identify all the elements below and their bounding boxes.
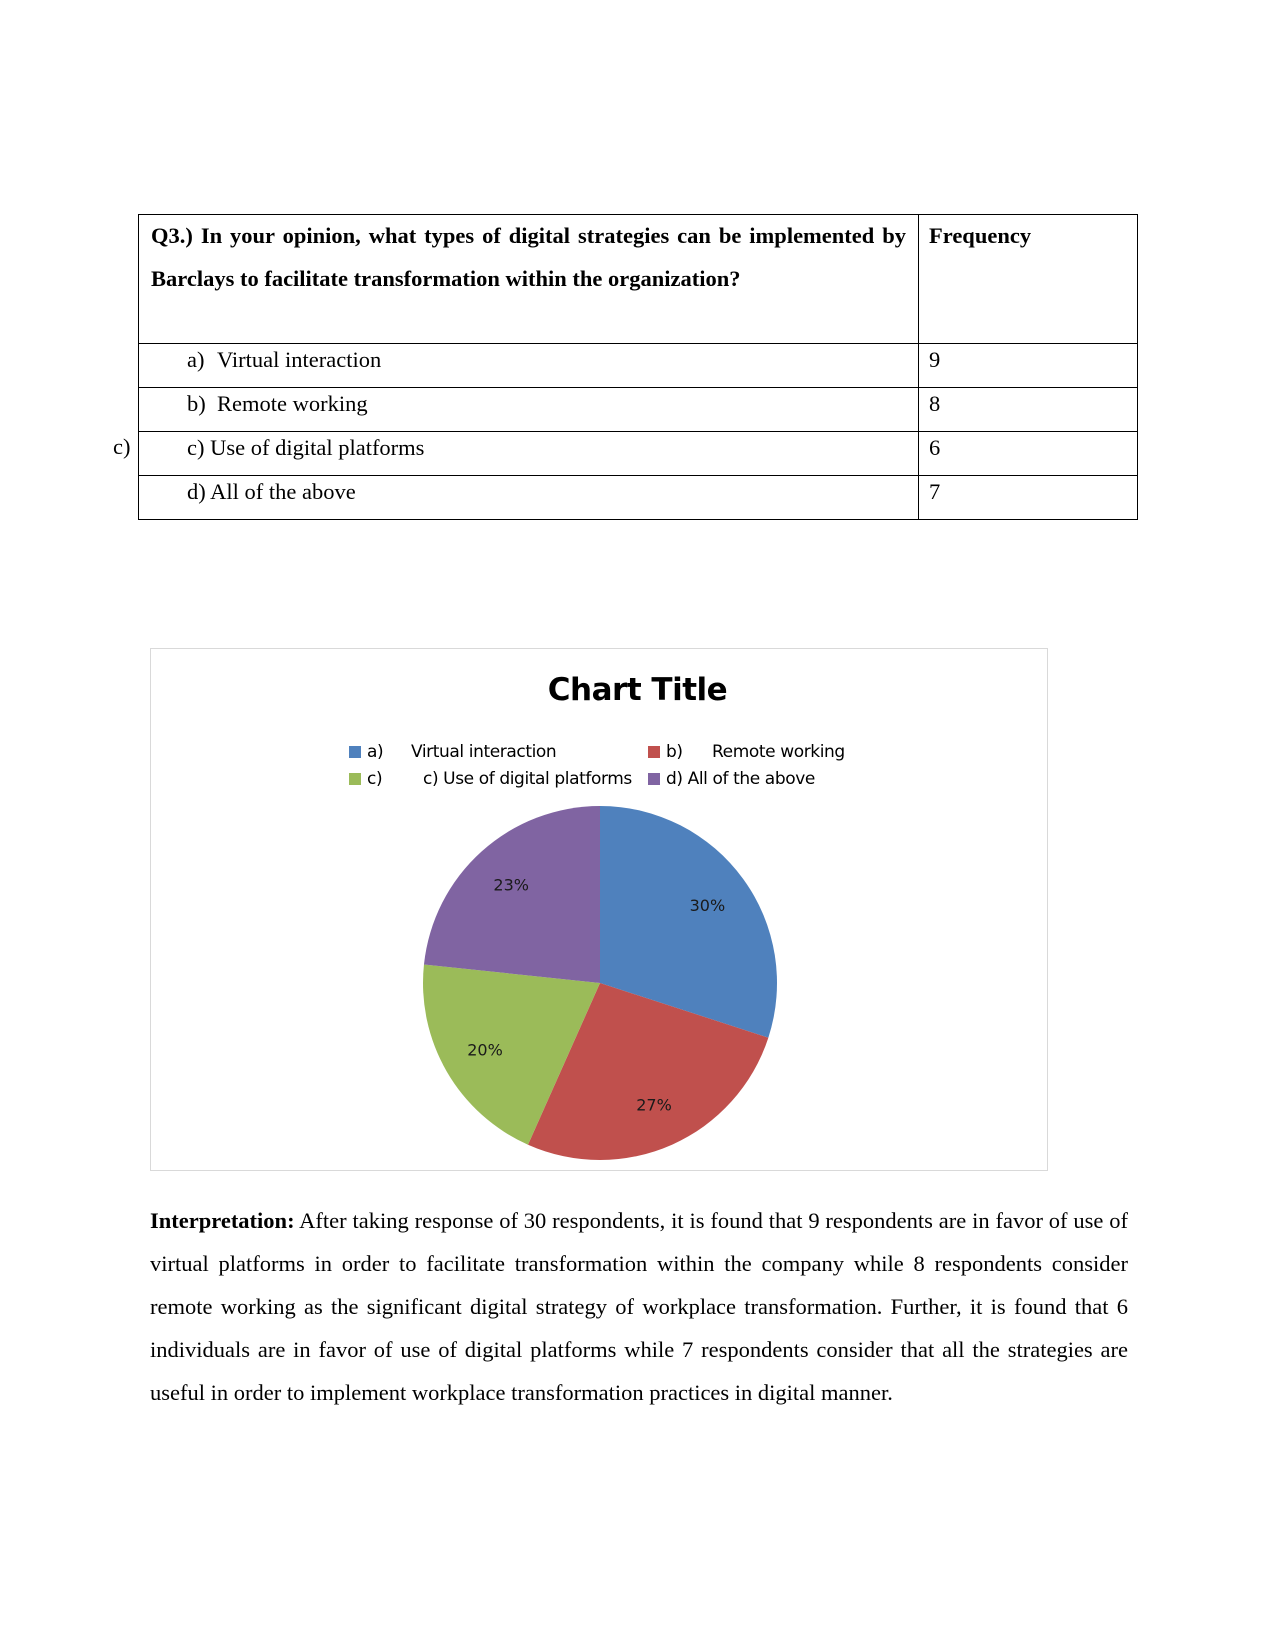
legend-key: c) bbox=[367, 769, 383, 789]
option-cell: c) Use of digital platforms bbox=[138, 431, 919, 476]
legend-swatch bbox=[349, 773, 361, 785]
frequency-value: 9 bbox=[918, 343, 1138, 388]
table-row: b) Remote working 8 bbox=[138, 387, 1138, 432]
frequency-value: 8 bbox=[918, 387, 1138, 432]
table-row: a) Virtual interaction 9 bbox=[138, 343, 1138, 388]
survey-table: Q3.) In your opinion, what types of digi… bbox=[138, 214, 1138, 520]
legend-swatch bbox=[648, 773, 660, 785]
legend-key: a) bbox=[367, 742, 384, 762]
legend-key: b) bbox=[666, 742, 683, 762]
table-row: c) Use of digital platforms 6 bbox=[138, 431, 1138, 476]
interpretation-lead: Interpretation: bbox=[150, 1208, 295, 1233]
option-marker: a) bbox=[187, 347, 205, 372]
legend-text: d) All of the above bbox=[666, 769, 815, 789]
legend-swatch bbox=[648, 746, 660, 758]
option-cell: a) Virtual interaction bbox=[138, 343, 919, 388]
frequency-value: 6 bbox=[918, 431, 1138, 476]
stray-list-marker: c) bbox=[113, 434, 131, 459]
legend-text: Virtual interaction bbox=[411, 742, 557, 762]
table-header-row: Q3.) In your opinion, what types of digi… bbox=[138, 214, 1138, 344]
legend-swatch bbox=[349, 746, 361, 758]
legend-text: Remote working bbox=[712, 742, 845, 762]
option-label: Remote working bbox=[217, 391, 368, 416]
interpretation-paragraph: Interpretation: After taking response of… bbox=[150, 1199, 1128, 1414]
frequency-header: Frequency bbox=[929, 223, 1032, 248]
frequency-value: 7 bbox=[918, 475, 1138, 520]
legend-text: c) Use of digital platforms bbox=[423, 769, 632, 789]
question-cell: Q3.) In your opinion, what types of digi… bbox=[138, 214, 919, 344]
option-marker: b) bbox=[187, 391, 206, 416]
option-label: d) All of the above bbox=[187, 479, 356, 504]
interpretation-text: After taking response of 30 respondents,… bbox=[150, 1208, 1128, 1405]
frequency-header-cell: Frequency bbox=[918, 214, 1138, 344]
table-row: d) All of the above 7 bbox=[138, 475, 1138, 520]
option-label: c) Use of digital platforms bbox=[187, 435, 425, 460]
chart-title: Chart Title bbox=[547, 672, 728, 708]
question-text: Q3.) In your opinion, what types of digi… bbox=[151, 223, 906, 291]
option-label: Virtual interaction bbox=[217, 347, 382, 372]
option-cell: d) All of the above bbox=[138, 475, 919, 520]
legend-item-c: c) c) Use of digital platforms bbox=[349, 768, 632, 856]
option-cell: b) Remote working bbox=[138, 387, 919, 432]
